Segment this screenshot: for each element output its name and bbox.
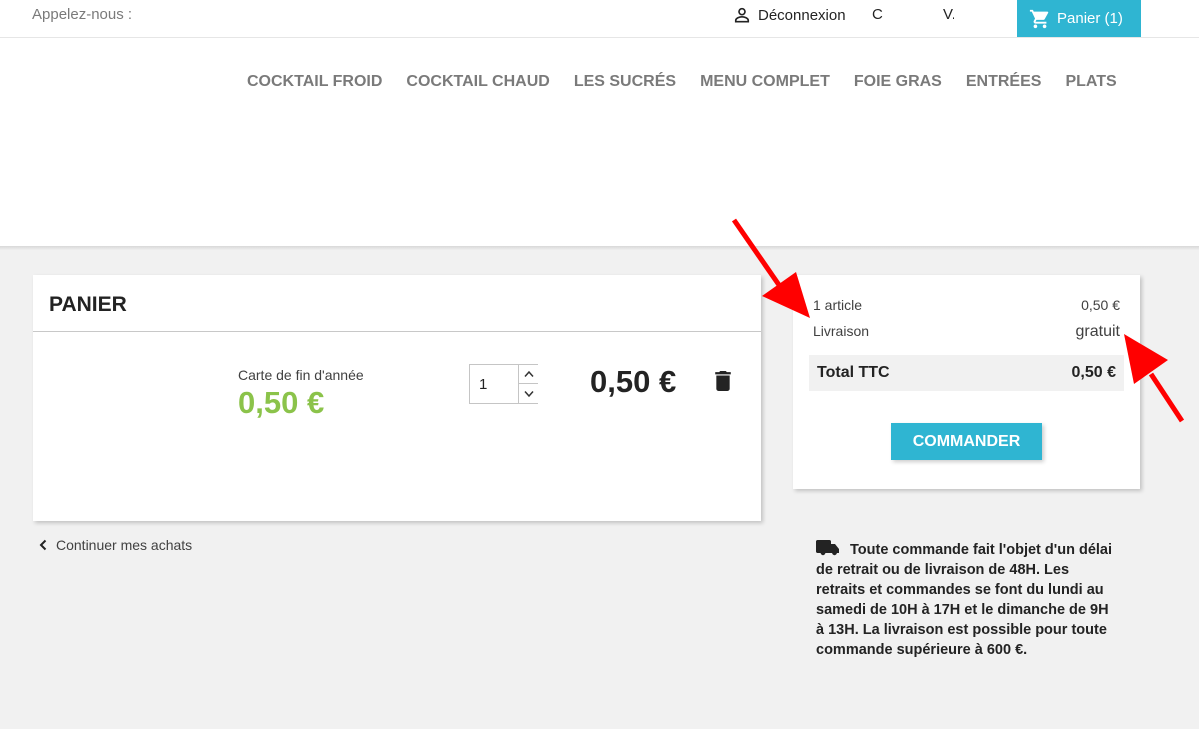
top-bar: Appelez-nous : Déconnexion C V. Panier (… [0,0,1199,38]
cart-summary: 1 article 0,50 € Livraison gratuit Total… [793,275,1140,489]
menu-item-entrees[interactable]: Entrées [954,72,1054,92]
menu-item-plats[interactable]: Plats [1053,72,1128,92]
chevron-down-icon [523,390,534,397]
continue-shopping-link[interactable]: Continuer mes achats [38,537,192,553]
delivery-notice-text: Toute commande fait l'objet d'un délai d… [816,542,1113,658]
quantity-stepper [469,364,538,404]
product-line-total: 0,50 € [590,364,677,399]
truck-icon [816,540,839,556]
user-icon [734,7,750,23]
summary-shipping-row: Livraison gratuit [813,323,1120,341]
summary-shipping-label: Livraison [813,323,870,339]
summary-shipping-value: gratuit [1075,323,1120,340]
shopping-cart-icon [1029,9,1049,28]
summary-items-row: 1 article 0,50 € [813,297,1120,313]
menu-item-cocktail-chaud[interactable]: Cocktail chaud [394,72,561,92]
account-link-partial: V. [943,6,954,23]
cart-title: Panier [49,293,127,316]
product-unit-price: 0,50 € [238,385,325,420]
cart-button-label: Panier (1) [1057,10,1123,27]
logout-link[interactable]: Déconnexion [732,5,846,25]
summary-total-row: Total TTC 0,50 € [809,355,1124,391]
checkout-button[interactable]: Commander [891,423,1042,460]
call-us-label: Appelez-nous : [32,6,133,23]
summary-items-value: 0,50 € [1081,297,1120,313]
quantity-increase-button[interactable] [518,365,538,384]
main-menu: Cocktail froid Cocktail chaud Les sucrés… [235,72,1129,92]
continue-shopping-label: Continuer mes achats [56,537,193,553]
summary-items-label: 1 article [813,297,863,313]
logout-label: Déconnexion [758,6,846,24]
cart-button[interactable]: Panier (1) [1017,0,1141,37]
quantity-decrease-button[interactable] [518,384,538,403]
trash-icon[interactable] [714,371,732,391]
menu-item-menu-complet[interactable]: Menu complet [688,72,842,92]
chevron-up-icon [523,370,534,377]
menu-item-foie-gras[interactable]: Foie gras [842,72,954,92]
summary-total-value: 0,50 € [1071,364,1116,381]
delivery-notice: Toute commande fait l'objet d'un délai d… [816,540,1116,660]
chevron-left-icon [39,539,47,551]
summary-total-label: Total TTC [817,364,890,381]
product-name[interactable]: Carte de fin d'année [238,367,364,383]
account-name-partial: C [872,6,883,23]
quantity-input[interactable] [470,365,518,403]
cart-panel: Panier Carte de fin d'année 0,50 € 0,50 … [33,275,761,521]
cart-divider [33,331,761,332]
menu-item-cocktail-froid[interactable]: Cocktail froid [235,72,394,92]
menu-item-les-sucres[interactable]: Les sucrés [562,72,688,92]
